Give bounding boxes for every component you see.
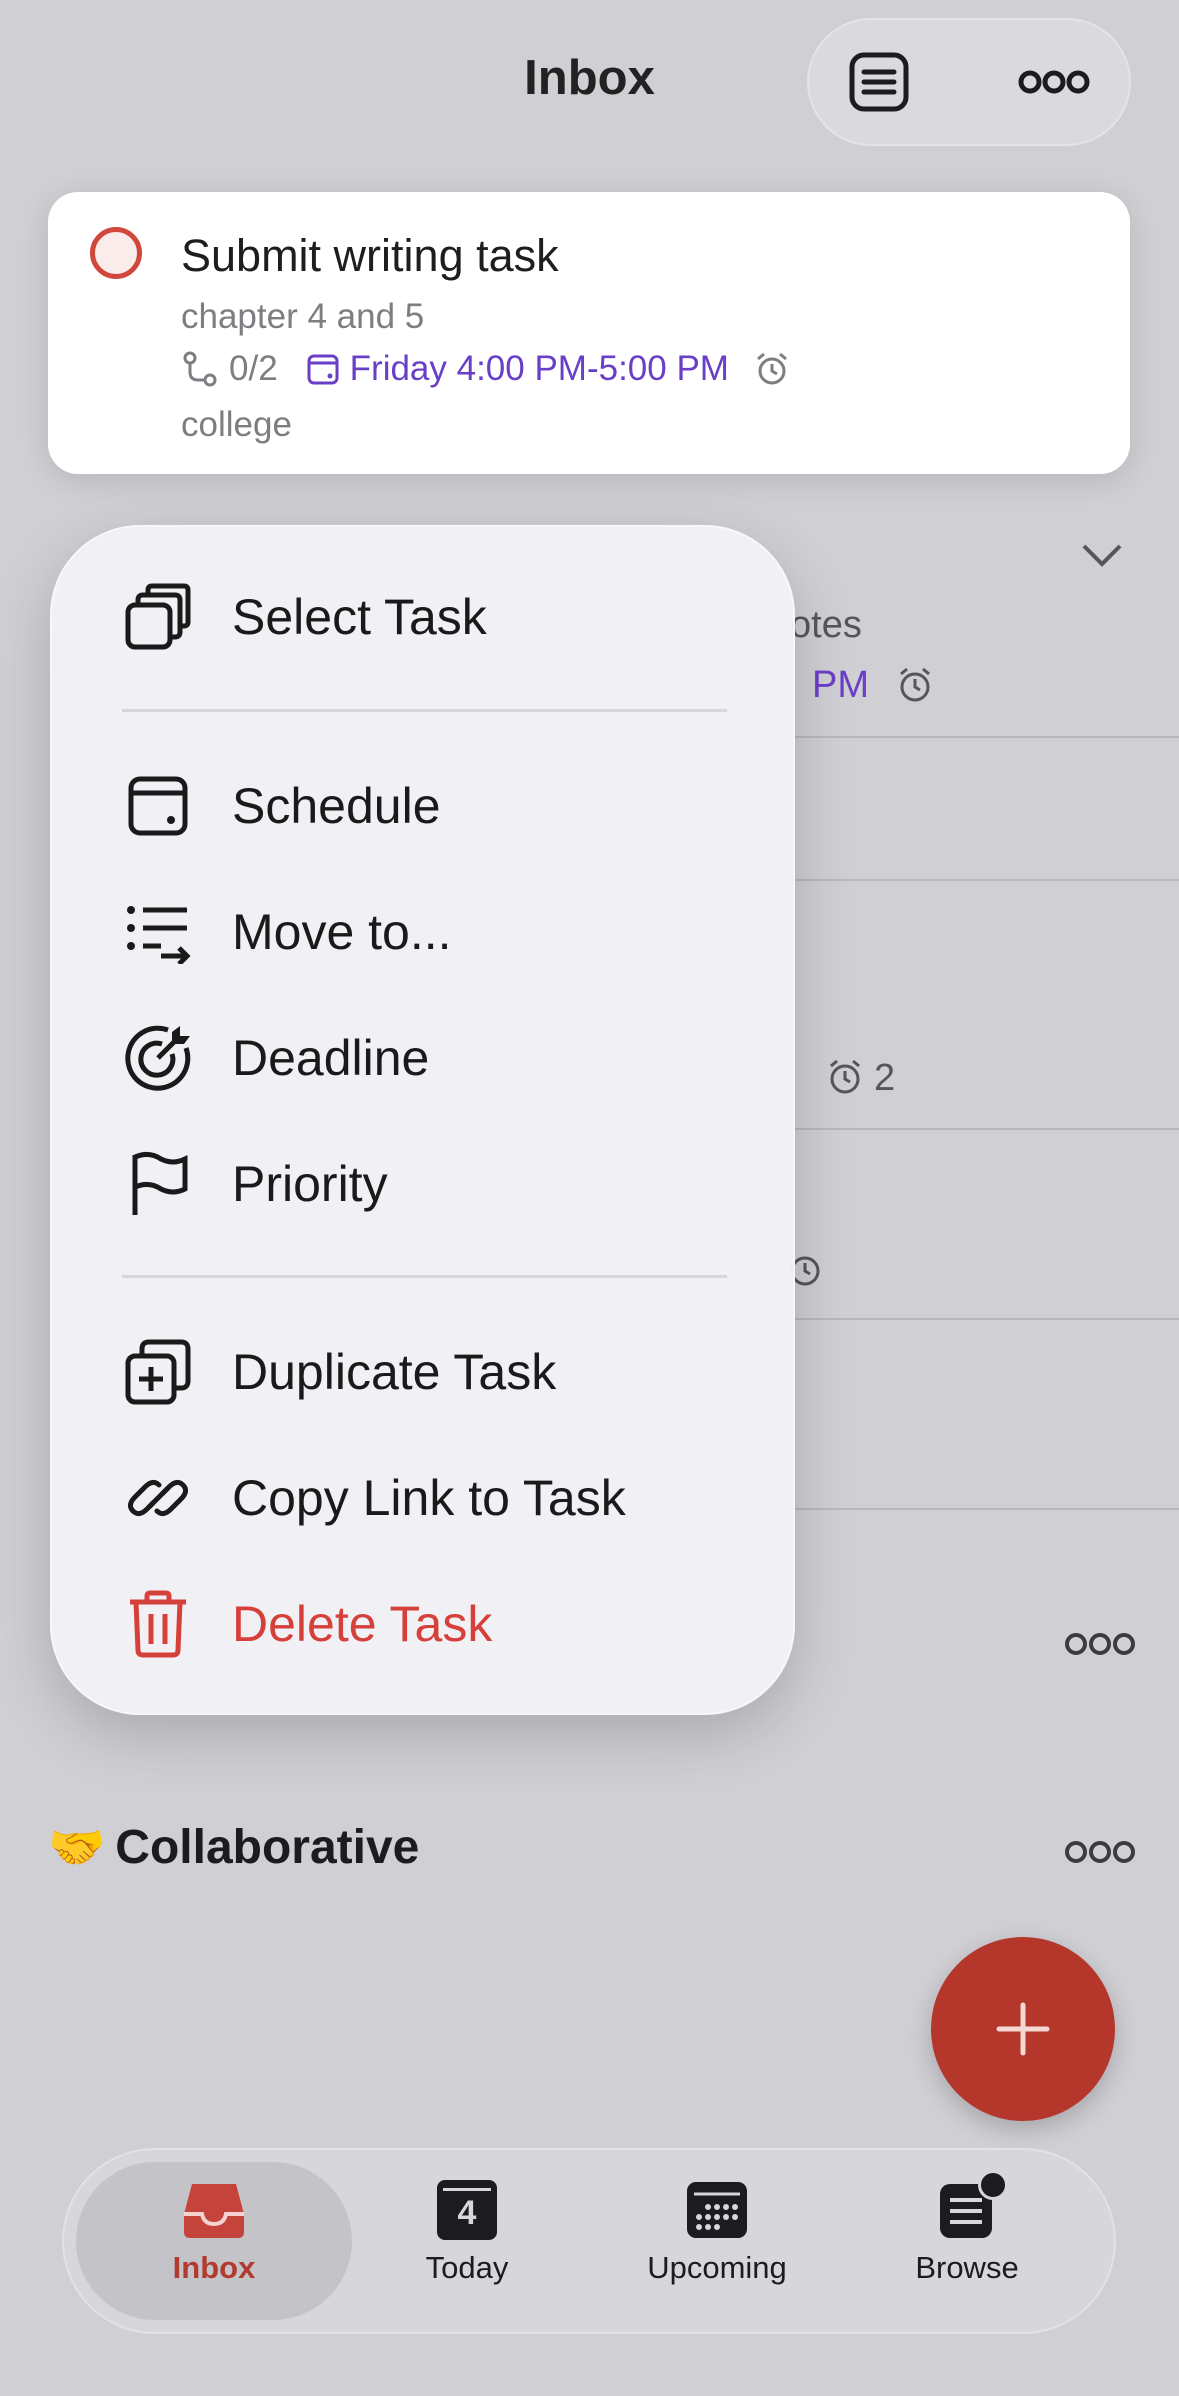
flag-icon <box>122 1148 194 1220</box>
handshake-icon: 🤝 <box>48 1821 106 1873</box>
task-description: chapter 4 and 5 <box>181 297 425 336</box>
plus-icon <box>996 2002 1050 2056</box>
divider <box>795 879 1179 881</box>
divider <box>795 1508 1179 1510</box>
bg-alarm-icon <box>896 666 934 709</box>
subtask-count: 0/2 <box>229 349 278 388</box>
tab-upcoming-label: Upcoming <box>647 2250 787 2285</box>
inbox-icon <box>184 2184 244 2238</box>
tab-inbox[interactable]: Inbox <box>104 2180 324 2286</box>
link-icon <box>122 1462 194 1534</box>
today-day-number: 4 <box>457 2194 477 2232</box>
section-title: Collaborative <box>115 1821 420 1874</box>
move-to-item[interactable]: Move to... <box>122 887 742 977</box>
select-task-label: Select Task <box>232 589 487 645</box>
duplicate-task-label: Duplicate Task <box>232 1344 557 1400</box>
divider <box>795 1318 1179 1320</box>
tab-browse-label: Browse <box>915 2250 1019 2285</box>
upcoming-calendar-icon <box>687 2182 747 2238</box>
copy-link-item[interactable]: Copy Link to Task <box>122 1453 742 1543</box>
divider <box>795 1128 1179 1130</box>
select-task-icon <box>122 581 194 653</box>
move-to-icon <box>122 896 194 968</box>
section-header-collaborative[interactable]: 🤝 Collaborative <box>48 1820 419 1875</box>
bg-notes-text: otes <box>790 604 862 646</box>
section-more-button[interactable] <box>1064 1632 1136 1661</box>
calendar-icon <box>307 354 339 385</box>
select-task-item[interactable]: Select Task <box>122 572 742 662</box>
deadline-icon <box>122 1022 194 1094</box>
tab-browse[interactable]: Browse <box>857 2170 1077 2286</box>
tab-upcoming[interactable]: Upcoming <box>607 2180 827 2286</box>
task-card[interactable]: Submit writing task chapter 4 and 5 0/2 … <box>48 192 1130 474</box>
subtask-icon <box>183 351 217 387</box>
duplicate-task-item[interactable]: Duplicate Task <box>122 1327 742 1417</box>
alarm-icon <box>757 352 787 385</box>
menu-separator <box>122 1275 727 1278</box>
browse-icon <box>936 2170 1008 2240</box>
tab-bar: Inbox 4 Today Upcoming Browse <box>62 2148 1116 2334</box>
list-view-button[interactable] <box>839 42 919 122</box>
task-title: Submit writing task <box>181 230 559 281</box>
task-complete-checkbox[interactable] <box>90 227 142 279</box>
menu-separator <box>122 709 727 712</box>
duplicate-icon <box>122 1336 194 1408</box>
schedule-label: Schedule <box>232 778 441 834</box>
divider <box>795 736 1179 738</box>
today-icon: 4 <box>437 2180 497 2240</box>
schedule-item[interactable]: Schedule <box>122 761 742 851</box>
add-task-button[interactable] <box>931 1937 1115 2121</box>
tab-today[interactable]: 4 Today <box>357 2180 577 2286</box>
deadline-item[interactable]: Deadline <box>122 1013 742 1103</box>
header-actions <box>807 18 1131 146</box>
trash-icon <box>122 1588 194 1660</box>
list-view-icon <box>849 52 909 112</box>
collapse-chevron-icon[interactable] <box>1080 540 1124 575</box>
delete-task-label: Delete Task <box>232 1596 493 1652</box>
move-to-label: Move to... <box>232 904 452 960</box>
section-more-button[interactable] <box>1064 1840 1136 1869</box>
task-meta: 0/2 Friday 4:00 PM-5:00 PM <box>181 349 791 389</box>
more-icon <box>1018 70 1090 94</box>
tab-today-label: Today <box>425 2250 509 2285</box>
delete-task-item[interactable]: Delete Task <box>122 1579 742 1669</box>
more-button[interactable] <box>1009 42 1099 122</box>
notification-dot <box>978 2170 1008 2200</box>
context-menu: Select Task Schedule Move to... Deadline… <box>50 525 795 1715</box>
copy-link-label: Copy Link to Task <box>232 1470 626 1526</box>
task-date: Friday 4:00 PM-5:00 PM <box>349 349 729 388</box>
task-project: college <box>181 405 292 444</box>
more-icon <box>1065 1841 1135 1863</box>
bg-alarm-icon <box>826 1058 864 1101</box>
schedule-icon <box>122 770 194 842</box>
priority-item[interactable]: Priority <box>122 1139 742 1229</box>
deadline-label: Deadline <box>232 1030 430 1086</box>
tab-inbox-label: Inbox <box>172 2250 256 2285</box>
bg-reminder-count: 2 <box>874 1057 896 1099</box>
bg-time-text: PM <box>812 664 869 706</box>
priority-label: Priority <box>232 1156 388 1212</box>
more-icon <box>1065 1633 1135 1655</box>
